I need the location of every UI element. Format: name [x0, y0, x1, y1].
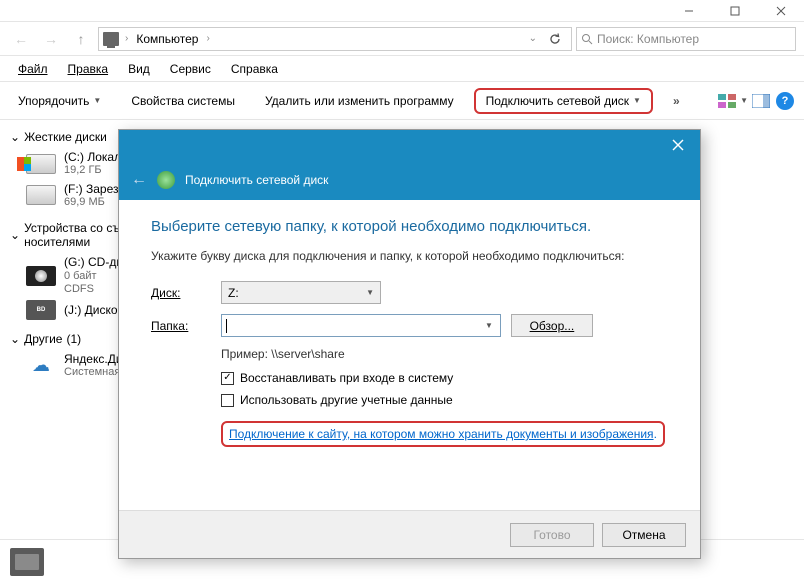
- chevron-down-icon: ⌄: [10, 228, 20, 242]
- drive-icon: [26, 154, 56, 174]
- nav-up-button[interactable]: ↑: [68, 26, 94, 52]
- chevron-right-icon: ›: [125, 33, 128, 44]
- drive-label: Диск:: [151, 286, 221, 300]
- overflow-button[interactable]: »: [663, 90, 690, 112]
- dialog-subtext: Укажите букву диска для подключения и па…: [151, 249, 668, 263]
- connect-website-link-highlight: Подключение к сайту, на котором можно хр…: [221, 421, 665, 447]
- system-properties-button[interactable]: Свойства системы: [121, 90, 245, 112]
- folder-input[interactable]: [221, 314, 501, 337]
- window-titlebar: [0, 0, 804, 22]
- menu-help[interactable]: Справка: [223, 58, 286, 80]
- chevron-down-icon[interactable]: ▼: [740, 96, 748, 105]
- uninstall-program-button[interactable]: Удалить или изменить программу: [255, 90, 464, 112]
- map-network-drive-button[interactable]: Подключить сетевой диск ▼: [474, 88, 653, 114]
- maximize-button[interactable]: [712, 0, 758, 21]
- dialog-footer: Готово Отмена: [119, 510, 700, 558]
- chevron-down-icon: ⌄: [10, 130, 20, 144]
- computer-icon: [10, 548, 44, 576]
- browse-button[interactable]: Обзор...: [511, 314, 593, 337]
- bd-icon: BD: [26, 300, 56, 320]
- search-icon: [581, 33, 593, 45]
- help-icon: ?: [776, 92, 794, 110]
- dialog-titlebar: [119, 130, 700, 160]
- chevron-down-icon: ⌄: [10, 332, 20, 346]
- search-placeholder: Поиск: Компьютер: [597, 32, 699, 46]
- close-button[interactable]: [758, 0, 804, 21]
- dialog-body: Выберите сетевую папку, к которой необхо…: [119, 200, 700, 510]
- chevron-down-icon: ▼: [633, 96, 641, 105]
- menu-edit[interactable]: Правка: [60, 58, 117, 80]
- chevron-down-icon[interactable]: ⌄: [529, 33, 537, 44]
- organize-button[interactable]: Упорядочить ▼: [8, 90, 111, 112]
- refresh-button[interactable]: [543, 28, 567, 50]
- chevron-down-icon: ▼: [366, 288, 374, 297]
- group-label: Другие: [24, 332, 62, 346]
- drive-value: Z:: [228, 286, 239, 300]
- address-bar[interactable]: › Компьютер › ⌄: [98, 27, 572, 51]
- view-layout-button[interactable]: [716, 90, 738, 112]
- menu-tools[interactable]: Сервис: [162, 58, 219, 80]
- drive-icon: [26, 185, 56, 205]
- chevron-down-icon: ▼: [93, 96, 101, 105]
- connect-website-link[interactable]: Подключение к сайту, на котором можно хр…: [229, 427, 654, 441]
- toolbar: Упорядочить ▼ Свойства системы Удалить и…: [0, 82, 804, 120]
- minimize-button[interactable]: [666, 0, 712, 21]
- group-count: (1): [66, 332, 81, 346]
- chevron-down-icon[interactable]: ▼: [485, 321, 493, 330]
- breadcrumb[interactable]: Компьютер: [134, 32, 200, 46]
- othercreds-label: Использовать другие учетные данные: [240, 393, 453, 407]
- nav-back-button[interactable]: ←: [8, 26, 34, 52]
- group-label: Жесткие диски: [24, 130, 107, 144]
- network-drive-icon: [157, 171, 175, 189]
- cd-icon: [26, 266, 56, 286]
- chevron-right-icon: ›: [206, 33, 209, 44]
- folder-label: Папка:: [151, 319, 221, 333]
- menu-view[interactable]: Вид: [120, 58, 158, 80]
- finish-button[interactable]: Готово: [510, 523, 594, 547]
- nav-forward-button[interactable]: →: [38, 26, 64, 52]
- dialog-close-button[interactable]: [656, 130, 700, 160]
- map-network-drive-dialog: ← Подключить сетевой диск Выберите сетев…: [118, 129, 701, 559]
- dialog-header: ← Подключить сетевой диск: [119, 160, 700, 200]
- reconnect-checkbox-row[interactable]: ✓ Восстанавливать при входе в систему: [221, 371, 668, 385]
- computer-icon: [103, 32, 119, 46]
- drive-select[interactable]: Z: ▼: [221, 281, 381, 304]
- search-input[interactable]: Поиск: Компьютер: [576, 27, 796, 51]
- reconnect-label: Восстанавливать при входе в систему: [240, 371, 453, 385]
- menu-file[interactable]: Файл: [10, 58, 56, 80]
- address-row: ← → ↑ › Компьютер › ⌄ Поиск: Компьютер: [0, 22, 804, 56]
- dialog-back-button[interactable]: ←: [131, 171, 147, 189]
- checkbox-unchecked-icon[interactable]: [221, 394, 234, 407]
- checkbox-checked-icon[interactable]: ✓: [221, 372, 234, 385]
- dialog-title: Подключить сетевой диск: [185, 173, 328, 187]
- menu-bar: Файл Правка Вид Сервис Справка: [0, 56, 804, 82]
- preview-pane-button[interactable]: [750, 90, 772, 112]
- cancel-button[interactable]: Отмена: [602, 523, 686, 547]
- cloud-icon: ☁: [26, 356, 56, 376]
- other-creds-checkbox-row[interactable]: Использовать другие учетные данные: [221, 393, 668, 407]
- example-text: Пример: \\server\share: [221, 347, 668, 361]
- dialog-heading: Выберите сетевую папку, к которой необхо…: [151, 218, 668, 235]
- help-button[interactable]: ?: [774, 90, 796, 112]
